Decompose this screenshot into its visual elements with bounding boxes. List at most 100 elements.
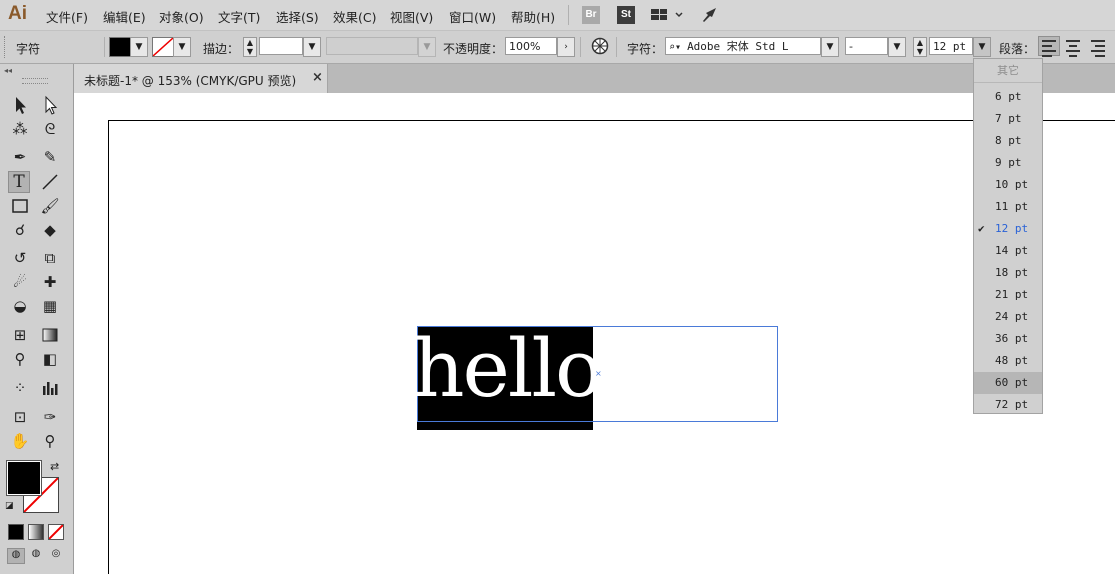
fill-swatch[interactable] [109,37,131,57]
draw-behind-icon[interactable]: ◍ [28,548,44,562]
fill-color-box[interactable] [6,460,42,496]
stroke-dropdown[interactable]: ▼ [173,37,191,57]
free-transform-tool-icon[interactable]: ✚ [39,271,61,293]
type-tool-icon[interactable]: T [8,171,30,193]
shape-builder-tool-icon[interactable]: ◒ [9,295,31,317]
font-size-option[interactable]: 48 pt [974,350,1042,372]
workspace-layout-icon[interactable] [650,7,684,26]
bridge-icon[interactable]: Br [582,6,600,24]
canvas-text[interactable]: hello [413,326,603,412]
panel-grip[interactable] [4,36,8,58]
font-size-option[interactable]: 72 pt [974,394,1042,416]
collapse-panel-icon[interactable]: ◂◂ [4,66,12,75]
mesh-tool-icon[interactable]: ⊞ [9,324,31,346]
panel-label: 字符 [16,42,41,56]
blend-tool-icon[interactable]: ◧ [39,348,61,370]
rectangle-tool-icon[interactable] [9,195,31,217]
gpu-performance-icon[interactable] [700,6,720,27]
font-size-option[interactable]: 11 pt [974,196,1042,218]
font-size-option-hovered[interactable]: 60 pt [974,372,1042,394]
align-left-button[interactable] [1038,36,1060,57]
tools-panel: ◂◂ ⁂ ᘓ ✒ ✎ T 🖌 ☌ ◆ ↺ ⧉ ☄ ✚ ◒ ▦ ⊞ ⚲ ◧ ⁘ ⊡… [0,64,74,574]
document-tab[interactable]: 未标题-1* @ 153% (CMYK/GPU 预览) × [74,64,328,93]
menu-select[interactable]: 选择(S) [276,7,319,26]
font-size-option[interactable]: 6 pt [974,86,1042,108]
hand-tool-icon[interactable]: ✋ [9,430,31,452]
menu-type[interactable]: 文字(T) [218,7,260,26]
opacity-input[interactable]: 100% [505,37,557,55]
font-size-dropdown[interactable]: ▼ [973,37,991,57]
font-size-option[interactable]: 9 pt [974,152,1042,174]
recolor-artwork-icon[interactable] [591,37,609,58]
draw-normal-icon[interactable]: ◍ [7,548,25,564]
color-mode-icon[interactable] [8,524,24,540]
panel-grip[interactable] [22,78,48,84]
stroke-weight-input[interactable] [259,37,303,55]
gradient-tool-icon[interactable] [39,324,61,346]
pen-tool-icon[interactable]: ✒ [9,146,31,168]
slice-tool-icon[interactable]: ✑ [39,406,61,428]
variable-width-dropdown[interactable]: ▼ [418,37,436,57]
eraser-tool-icon[interactable]: ◆ [39,219,61,241]
menu-help[interactable]: 帮助(H) [511,7,555,26]
close-icon[interactable]: × [312,70,323,85]
font-size-option[interactable]: 36 pt [974,328,1042,350]
menu-window[interactable]: 窗口(W) [449,7,496,26]
font-size-input[interactable]: 12 pt [929,37,973,55]
menu-file[interactable]: 文件(F) [46,7,88,26]
selection-tool-icon[interactable] [9,94,31,116]
font-size-option[interactable]: 8 pt [974,130,1042,152]
font-family-dropdown[interactable]: ▼ [821,37,839,57]
menu-edit[interactable]: 编辑(E) [103,7,146,26]
magic-wand-tool-icon[interactable]: ⁂ [9,118,31,140]
swap-fill-stroke-icon[interactable]: ⇄ [50,460,59,473]
variable-width-profile[interactable] [326,37,418,55]
font-search-icon: ⌕▾ [669,42,688,53]
draw-inside-icon[interactable]: ◎ [48,548,64,562]
stock-icon[interactable]: St [617,6,635,24]
stroke-weight-dropdown[interactable]: ▼ [303,37,321,57]
font-size-option[interactable]: 7 pt [974,108,1042,130]
curvature-tool-icon[interactable]: ✎ [39,146,61,168]
align-center-button[interactable] [1062,36,1084,57]
shaper-tool-icon[interactable]: ☌ [9,219,31,241]
font-size-option[interactable]: 10 pt [974,174,1042,196]
menu-bar: Ai 文件(F) 编辑(E) 对象(O) 文字(T) 选择(S) 效果(C) 视… [0,0,1115,31]
control-bar: 字符 ▼ ▼ 描边： ▲ ▼ ▼ ▼ 不透明度： 100% › 字符： ⌕▾ Ad… [0,31,1115,64]
none-mode-icon[interactable] [48,524,64,540]
font-size-option-selected[interactable]: ✔ 12 pt [974,218,1042,240]
symbol-sprayer-tool-icon[interactable]: ⁘ [9,377,31,399]
eyedropper-tool-icon[interactable]: ⚲ [9,348,31,370]
ctl-separator [580,37,581,57]
menu-view[interactable]: 视图(V) [390,7,433,26]
gradient-mode-icon[interactable] [28,524,44,540]
graph-tool-icon[interactable] [39,377,61,399]
font-size-option[interactable]: 24 pt [974,306,1042,328]
font-style-dropdown[interactable]: ▼ [888,37,906,57]
warp-tool-icon[interactable]: ☄ [9,271,31,293]
font-size-stepper[interactable]: ▲ ▼ [913,37,927,57]
align-right-button[interactable] [1087,36,1109,57]
rotate-tool-icon[interactable]: ↺ [9,247,31,269]
lasso-tool-icon[interactable]: ᘓ [39,118,61,140]
direct-selection-tool-icon[interactable] [39,94,61,116]
font-size-option[interactable]: 14 pt [974,240,1042,262]
perspective-grid-tool-icon[interactable]: ▦ [39,295,61,317]
zoom-tool-icon[interactable]: ⚲ [39,430,61,452]
fill-dropdown[interactable]: ▼ [130,37,148,57]
line-tool-icon[interactable] [39,171,61,193]
stroke-swatch[interactable] [152,37,174,57]
opacity-arrow[interactable]: › [557,37,575,57]
paintbrush-tool-icon[interactable]: 🖌 [39,195,61,217]
menu-object[interactable]: 对象(O) [159,7,204,26]
scale-tool-icon[interactable]: ⧉ [39,247,61,269]
font-size-option[interactable]: 21 pt [974,284,1042,306]
font-family-input[interactable]: ⌕▾ Adobe 宋体 Std L [665,37,821,55]
stroke-weight-stepper[interactable]: ▲ ▼ [243,37,257,57]
menu-separator [568,5,569,25]
font-size-option[interactable]: 18 pt [974,262,1042,284]
menu-effect[interactable]: 效果(C) [333,7,376,26]
default-fill-stroke-icon[interactable]: ◪ [5,501,14,511]
artboard-tool-icon[interactable]: ⊡ [9,406,31,428]
font-style-input[interactable]: - [845,37,888,55]
